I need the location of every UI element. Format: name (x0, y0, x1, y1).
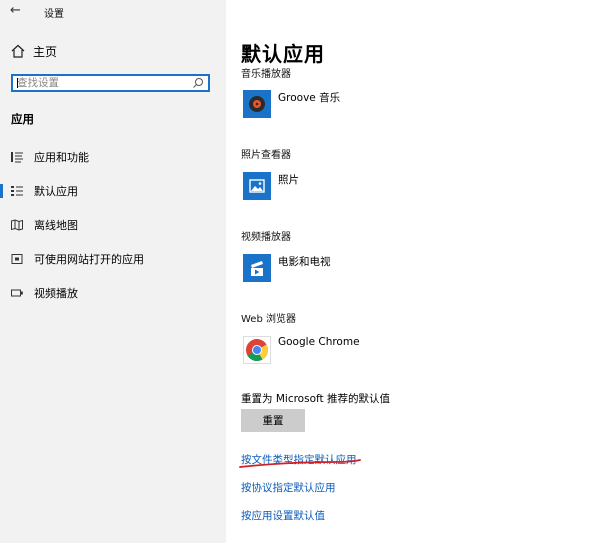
search-box[interactable] (11, 74, 210, 92)
category-label-video: 视频播放器 (241, 232, 291, 243)
sidebar-item-video-playback[interactable]: 视频播放 (0, 282, 226, 304)
title-bar: ← 设置 (0, 0, 226, 24)
sidebar-item-offline-maps[interactable]: 离线地图 (0, 214, 226, 236)
category-label-music: 音乐播放器 (241, 69, 291, 80)
home-icon (11, 44, 25, 58)
sidebar-item-default-apps[interactable]: 默认应用 (0, 180, 226, 202)
search-input[interactable] (17, 76, 187, 90)
photos-icon (243, 172, 271, 200)
app-name: 照片 (278, 174, 299, 186)
movies-tv-icon (243, 254, 271, 282)
window-title: 设置 (44, 9, 64, 20)
nav-home-label: 主页 (33, 44, 58, 59)
app-name: Groove 音乐 (278, 92, 341, 104)
sidebar-item-apps-features[interactable]: 应用和功能 (0, 146, 226, 168)
category-label-browser: Web 浏览器 (241, 314, 296, 325)
chrome-icon (243, 336, 271, 364)
link-choose-by-protocol[interactable]: 按协议指定默认应用 (241, 480, 336, 495)
reset-button[interactable]: 重置 (241, 409, 305, 432)
sidebar-item-label: 离线地图 (34, 219, 78, 232)
sidebar-item-label: 视频播放 (34, 287, 78, 300)
sidebar-item-label: 应用和功能 (34, 151, 89, 164)
sidebar-item-label: 默认应用 (34, 185, 78, 198)
default-app-photos[interactable]: 照片 (243, 172, 299, 200)
video-icon (11, 289, 23, 297)
app-name: Google Chrome (278, 336, 360, 348)
app-name: 电影和电视 (278, 256, 331, 268)
map-icon (11, 219, 23, 231)
search-icon[interactable] (192, 77, 204, 89)
list-icon (11, 152, 23, 163)
back-arrow-icon[interactable]: ← (10, 3, 26, 19)
page-title: 默认应用 (241, 42, 325, 66)
default-apps-icon (11, 186, 23, 196)
website-app-icon (11, 254, 23, 264)
link-set-defaults-by-app[interactable]: 按应用设置默认值 (241, 508, 325, 523)
reset-label: 重置为 Microsoft 推荐的默认值 (241, 393, 390, 405)
default-app-browser[interactable]: Google Chrome (243, 336, 360, 364)
red-underline-annotation (239, 459, 361, 468)
section-title: 应用 (11, 112, 34, 126)
default-app-video[interactable]: 电影和电视 (243, 254, 331, 282)
text-caret (17, 78, 18, 88)
sidebar-item-apps-for-websites[interactable]: 可使用网站打开的应用 (0, 248, 226, 270)
default-app-music[interactable]: Groove 音乐 (243, 90, 340, 118)
selection-marker (0, 184, 3, 198)
category-label-photos: 照片查看器 (241, 150, 291, 161)
nav-home[interactable]: 主页 (10, 43, 57, 59)
sidebar-item-label: 可使用网站打开的应用 (34, 253, 144, 266)
sidebar: ← 设置 主页 应用 应用和功能 默认应用 (0, 0, 226, 543)
groove-music-icon (243, 90, 271, 118)
